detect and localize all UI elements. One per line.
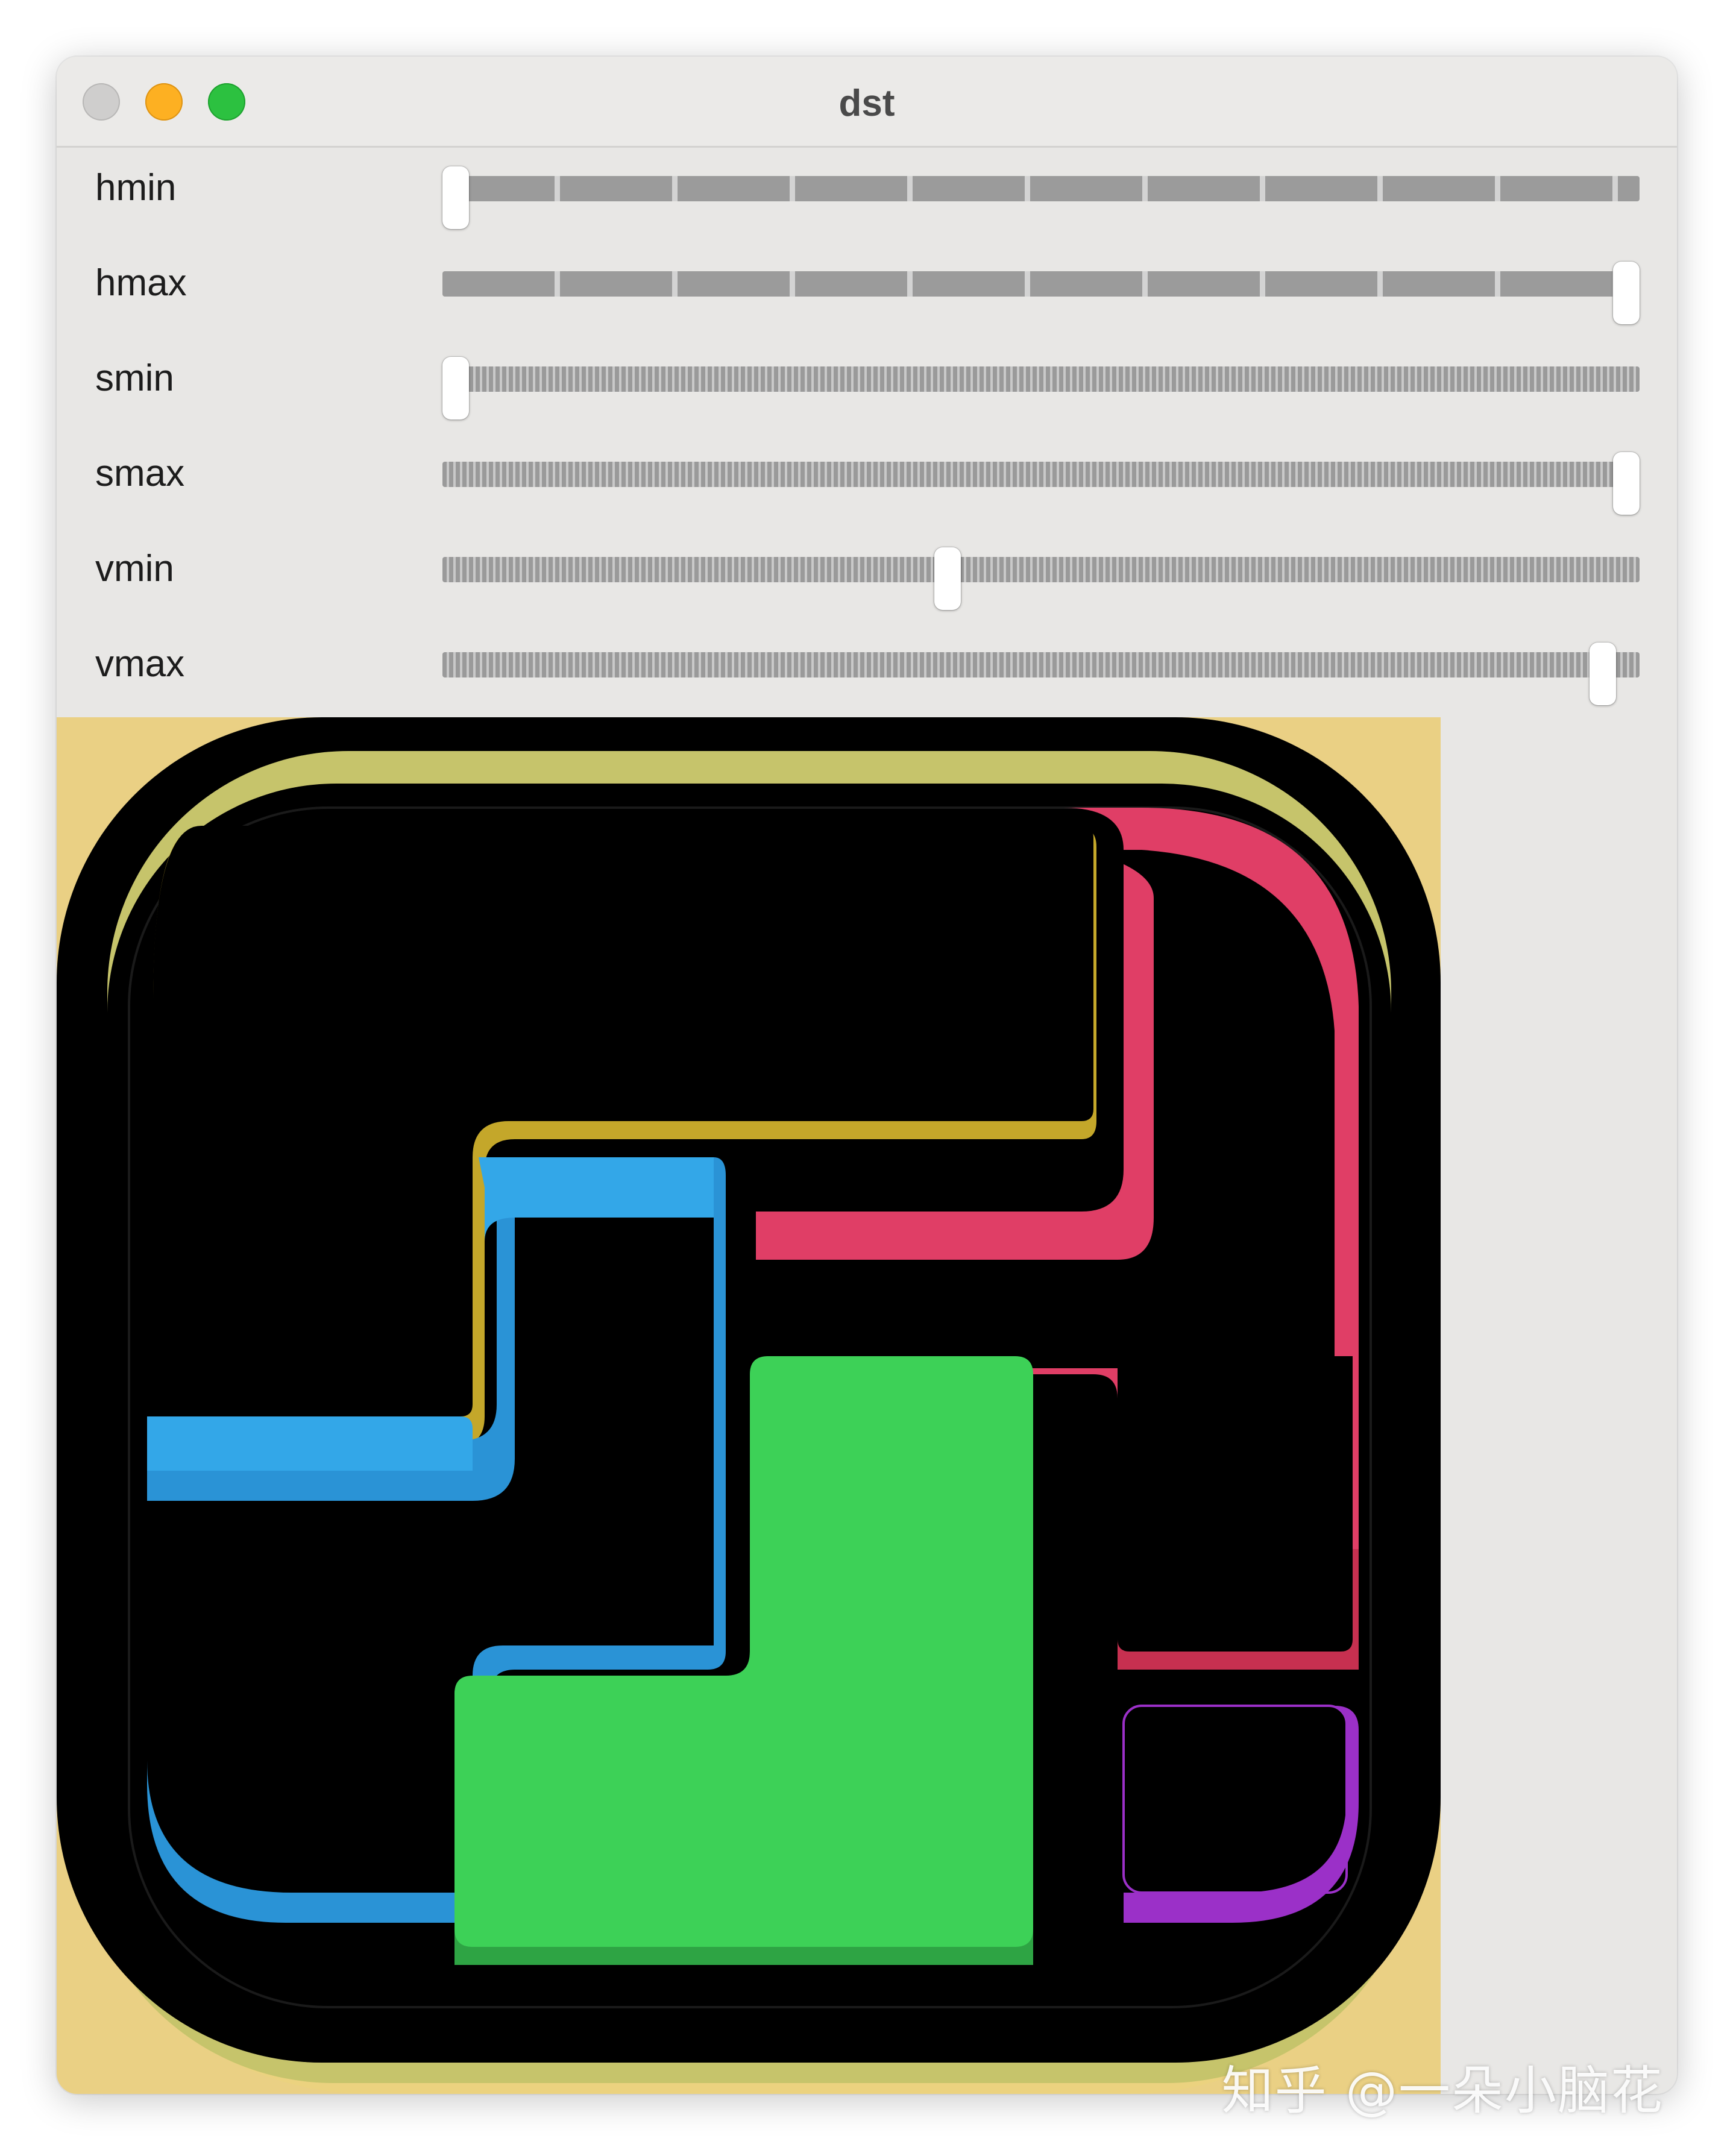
slider-thumb[interactable] (442, 166, 469, 229)
slider-label: smin (95, 357, 174, 399)
slider-track[interactable] (442, 557, 1640, 582)
slider-label: hmin (95, 167, 177, 209)
slider-track[interactable] (442, 366, 1640, 392)
slider-row-hmax: hmax (57, 247, 1677, 324)
slider-thumb[interactable] (442, 357, 469, 420)
slider-row-vmin: vmin (57, 533, 1677, 610)
slider-label: vmin (95, 548, 174, 589)
red-piece-face (1118, 1356, 1353, 1652)
title-bar: dst (57, 57, 1677, 148)
slider-label: vmax (95, 643, 185, 685)
slider-row-vmax: vmax (57, 628, 1677, 705)
slider-track[interactable] (442, 176, 1640, 201)
slider-row-smax: smax (57, 438, 1677, 515)
slider-row-hmin: hmin (57, 152, 1677, 229)
light-blue-edge (147, 1416, 473, 1471)
slider-track[interactable] (442, 652, 1640, 677)
slider-thumb[interactable] (1613, 452, 1640, 515)
slider-thumb[interactable] (1590, 643, 1617, 705)
watermark-text: 知乎 @一朵小脑花 (1221, 2061, 1664, 2121)
slider-label: smax (95, 453, 185, 494)
window-title: dst (838, 83, 895, 124)
app-window: dst hmin hmax smin smax vmin vmax (57, 57, 1677, 2094)
slider-track[interactable] (442, 462, 1640, 487)
slider-row-smin: smin (57, 342, 1677, 420)
purple-piece-face (1124, 1706, 1347, 1893)
puzzle-icon-image (57, 717, 1441, 2094)
processed-image (57, 717, 1441, 2094)
slider-label: hmax (95, 262, 187, 304)
slider-thumb[interactable] (1613, 262, 1640, 324)
slider-track[interactable] (442, 271, 1640, 297)
slider-thumb[interactable] (934, 547, 961, 610)
